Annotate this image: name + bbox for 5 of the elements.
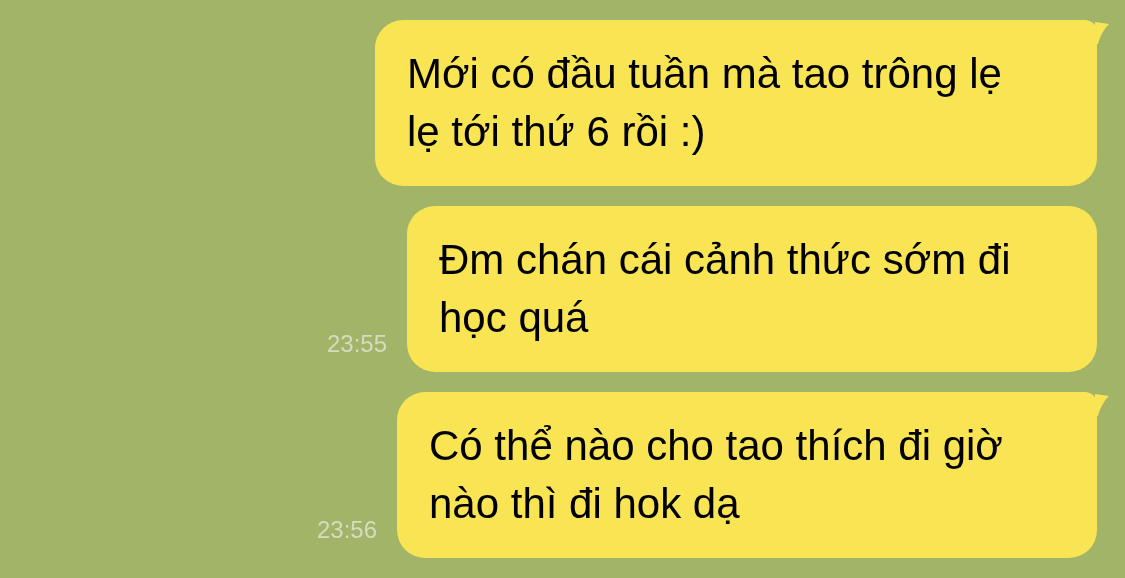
message-time: 23:56: [316, 515, 377, 545]
message-text: Đm chán cái cảnh thức sớm đi học quá: [439, 235, 1012, 343]
message-time: 23:55: [326, 329, 387, 359]
message-text: Mới có đầu tuần mà tao trông lẹ lẹ tới thứ 6 rồi :): [407, 49, 1003, 157]
message-text: Có thể nào cho tao thích đi giờ nào thì đi hok dạ: [429, 421, 1004, 529]
